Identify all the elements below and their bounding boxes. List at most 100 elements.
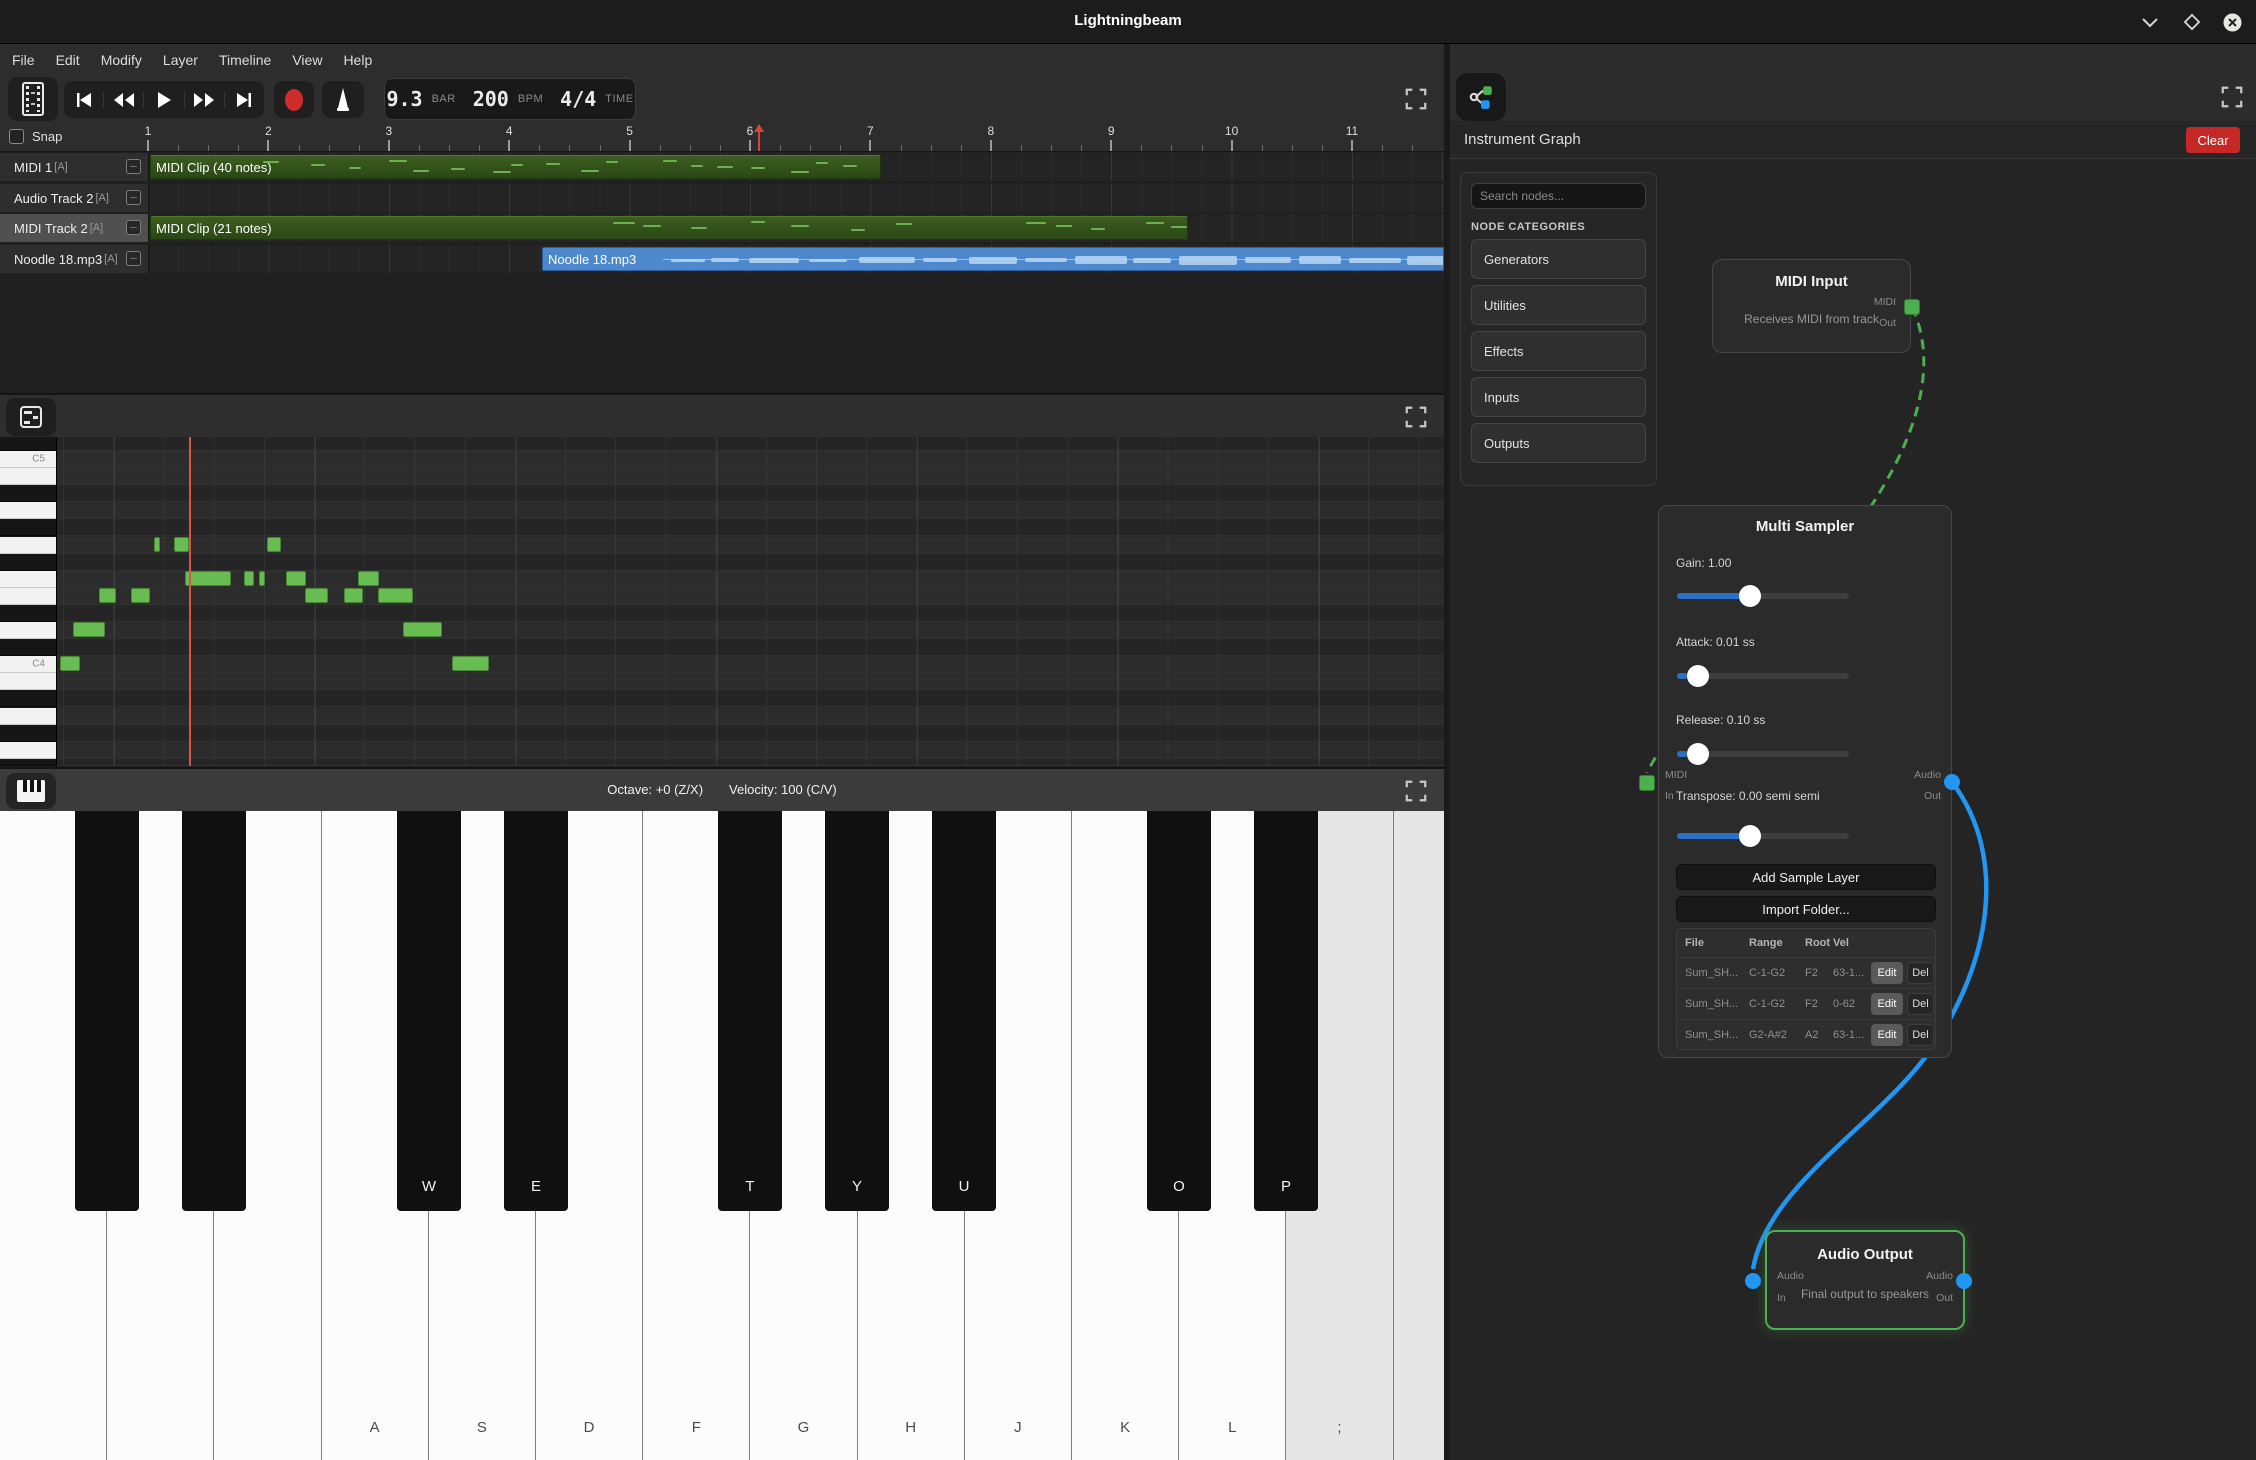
midi-input-out-connector[interactable] [1904, 299, 1920, 315]
track-lane[interactable] [150, 184, 1444, 212]
minimize-icon[interactable] [2138, 10, 2162, 34]
piano-roll[interactable]: C5 C4 [0, 437, 1444, 766]
midi-clip[interactable]: MIDI Clip (21 notes) [150, 216, 1188, 240]
piano-roll-view-button[interactable] [6, 398, 56, 436]
node-multi-sampler[interactable]: Multi Sampler Gain: 1.00 Attack: 0.01 ss… [1658, 505, 1952, 1058]
category-button-inputs[interactable]: Inputs [1471, 377, 1646, 417]
rewind-button[interactable] [104, 92, 144, 108]
piano-roll-key[interactable] [0, 759, 56, 766]
transport-display[interactable]: 9.3 BAR 200 BPM 4/4 TIME [384, 78, 636, 120]
slider-thumb[interactable] [1687, 743, 1709, 765]
black-key-T[interactable]: T [718, 811, 782, 1211]
release-slider[interactable] [1676, 743, 1854, 765]
audio-output-out-connector[interactable] [1956, 1273, 1972, 1289]
black-key-U[interactable]: U [932, 811, 996, 1211]
black-key-P[interactable]: P [1254, 811, 1318, 1211]
del-button[interactable]: Del [1907, 962, 1934, 984]
black-key-O[interactable]: O [1147, 811, 1211, 1211]
playhead-marker[interactable] [758, 124, 764, 151]
play-button[interactable] [144, 91, 184, 109]
slider-thumb[interactable] [1739, 585, 1761, 607]
midi-note[interactable] [174, 537, 189, 552]
fast-forward-button[interactable] [185, 92, 225, 108]
graph-mode-button[interactable] [1456, 73, 1506, 121]
transpose-slider[interactable] [1676, 825, 1854, 847]
edit-button[interactable]: Edit [1871, 993, 1903, 1015]
skip-end-button[interactable] [225, 92, 264, 108]
piano-roll-key[interactable] [0, 690, 56, 707]
menu-item-file[interactable]: File [12, 52, 35, 68]
record-button[interactable] [274, 81, 314, 118]
midi-note[interactable] [73, 622, 105, 637]
track-lane[interactable]: MIDI Clip (40 notes) [150, 153, 1444, 181]
gain-slider[interactable] [1676, 585, 1854, 607]
edit-button[interactable]: Edit [1871, 962, 1903, 984]
virtual-keyboard[interactable]: ASDFGHJKL;WETYUOP [0, 811, 1444, 1460]
audio-clip[interactable]: Noodle 18.mp3 [542, 247, 1444, 271]
track-checkbox[interactable] [126, 220, 141, 235]
midi-note[interactable] [358, 571, 379, 586]
piano-roll-key[interactable] [0, 502, 56, 519]
maximize-icon[interactable] [2180, 10, 2204, 34]
category-button-effects[interactable]: Effects [1471, 331, 1646, 371]
skip-start-button[interactable] [64, 92, 104, 108]
multi-sampler-in-connector[interactable] [1639, 775, 1655, 791]
menu-item-edit[interactable]: Edit [56, 52, 80, 68]
black-key-E[interactable]: E [504, 811, 568, 1211]
black-key-Y[interactable]: Y [825, 811, 889, 1211]
category-button-utilities[interactable]: Utilities [1471, 285, 1646, 325]
track-lane[interactable]: MIDI Clip (21 notes) [150, 214, 1444, 242]
midi-note[interactable] [244, 571, 254, 586]
category-button-generators[interactable]: Generators [1471, 239, 1646, 279]
audio-output-in-connector[interactable] [1745, 1273, 1761, 1289]
menu-item-timeline[interactable]: Timeline [219, 52, 271, 68]
close-icon[interactable] [2220, 10, 2244, 34]
midi-note[interactable] [403, 622, 442, 637]
graph-fullscreen-button[interactable] [2214, 82, 2250, 112]
media-library-button[interactable] [8, 77, 58, 121]
search-input[interactable] [1471, 183, 1646, 209]
snap-checkbox[interactable] [9, 129, 24, 144]
track-lane[interactable]: Noodle 18.mp3 [150, 245, 1444, 273]
slider-thumb[interactable] [1739, 825, 1761, 847]
piano-roll-key[interactable] [0, 725, 56, 742]
node-audio-output[interactable]: Audio Output Final output to speakers Au… [1765, 1230, 1965, 1330]
midi-clip[interactable]: MIDI Clip (40 notes) [150, 155, 881, 179]
piano-roll-key[interactable]: C5 [0, 451, 56, 468]
midi-note[interactable] [185, 571, 231, 586]
midi-note[interactable] [286, 571, 306, 586]
timeline-fullscreen-button[interactable] [1398, 84, 1434, 114]
piano-roll-key[interactable] [0, 622, 56, 639]
piano-roll-key[interactable] [0, 519, 56, 536]
piano-roll-key[interactable] [0, 742, 56, 759]
piano-roll-key[interactable] [0, 554, 56, 571]
piano-roll-fullscreen-button[interactable] [1398, 403, 1434, 431]
midi-note[interactable] [154, 537, 160, 552]
import-folder-button[interactable]: Import Folder... [1676, 896, 1936, 922]
midi-note[interactable] [131, 588, 150, 603]
piano-roll-key[interactable] [0, 673, 56, 690]
menu-item-help[interactable]: Help [343, 52, 372, 68]
piano-roll-key[interactable]: C4 [0, 656, 56, 673]
piano-roll-key[interactable] [0, 437, 56, 451]
piano-roll-key[interactable] [0, 537, 56, 554]
track-header[interactable]: MIDI 1[A] [0, 153, 149, 181]
piano-roll-key[interactable] [0, 639, 56, 656]
menu-item-modify[interactable]: Modify [101, 52, 142, 68]
node-midi-input[interactable]: MIDI Input Receives MIDI from track MIDI… [1712, 259, 1911, 353]
piano-roll-key[interactable] [0, 708, 56, 725]
slider-thumb[interactable] [1687, 665, 1709, 687]
midi-note[interactable] [259, 571, 265, 586]
metronome-button[interactable] [322, 81, 364, 118]
piano-roll-key[interactable] [0, 485, 56, 502]
timeline-ruler[interactable]: Snap 1234567891011 [0, 122, 1444, 152]
menu-item-view[interactable]: View [292, 52, 322, 68]
clear-button[interactable]: Clear [2186, 127, 2240, 153]
black-key[interactable] [182, 811, 246, 1211]
midi-note[interactable] [99, 588, 116, 603]
add-sample-layer-button[interactable]: Add Sample Layer [1676, 864, 1936, 890]
white-key[interactable] [1394, 811, 1444, 1460]
del-button[interactable]: Del [1907, 1024, 1934, 1046]
track-checkbox[interactable] [126, 251, 141, 266]
multi-sampler-out-connector[interactable] [1944, 774, 1960, 790]
